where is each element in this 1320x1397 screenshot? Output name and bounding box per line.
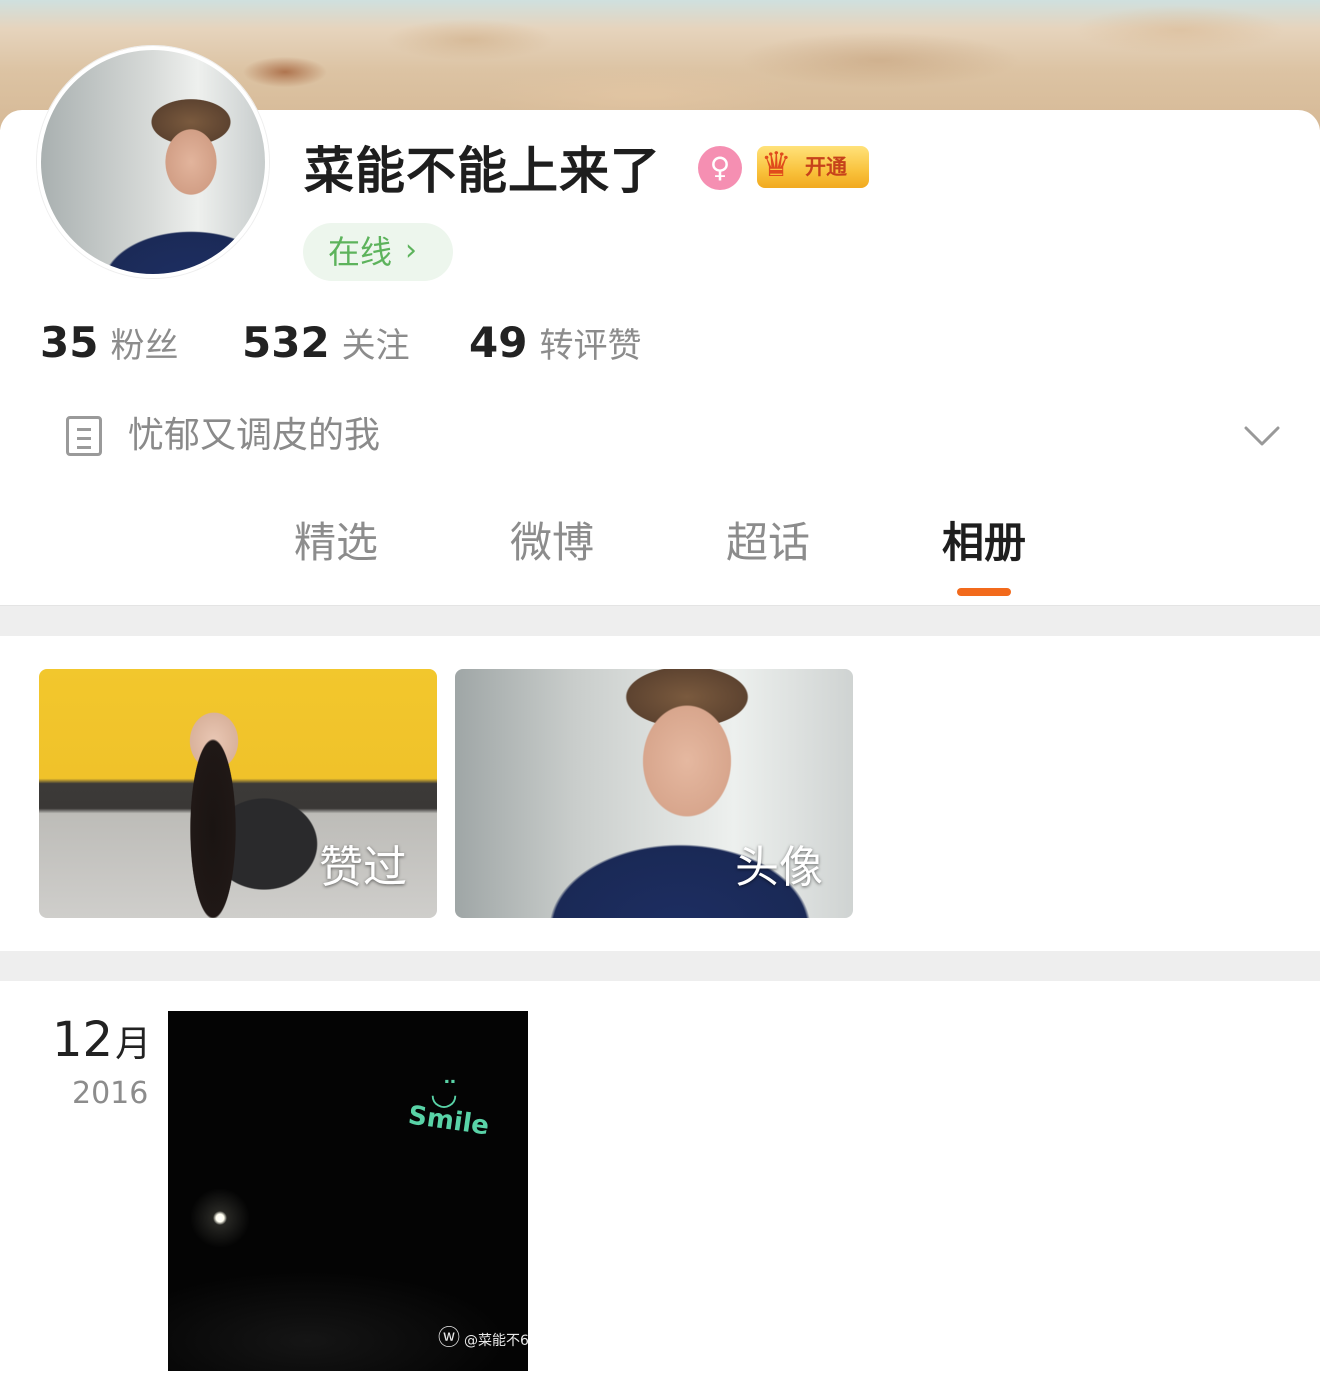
stat-following-label: 关注 — [341, 326, 410, 366]
female-icon: ♀ — [698, 146, 742, 190]
album-liked[interactable]: 赞过 — [39, 669, 437, 918]
document-icon — [66, 416, 102, 456]
timeline-month: 12月 — [52, 1012, 151, 1068]
chevron-down-icon[interactable] — [1244, 418, 1280, 454]
profile-tabs: 精选 微博 超话 相册 — [0, 505, 1320, 605]
timeline-photo[interactable]: ◡̈ Smile ⓦ @菜能不6 — [168, 1011, 528, 1371]
album-avatar-label: 头像 — [735, 842, 823, 893]
timeline-month-number: 12 — [52, 1012, 114, 1068]
stat-interactions[interactable]: 49 转评赞 — [469, 318, 641, 378]
profile-username: 菜能不能上来了 — [304, 142, 661, 200]
section-divider — [0, 605, 1320, 636]
photo-watermark: ⓦ @菜能不6 — [438, 1326, 528, 1351]
online-status-label: 在线 — [328, 233, 393, 271]
tab-featured[interactable]: 精选 — [276, 513, 396, 573]
profile-avatar[interactable] — [37, 46, 269, 278]
chevron-right-icon: › — [405, 233, 417, 268]
timeline-month-unit: 月 — [115, 1024, 152, 1065]
photo-watermark-suffix: 6 — [520, 1333, 528, 1349]
timeline-year: 2016 — [72, 1076, 149, 1111]
stat-fans[interactable]: 35 粉丝 — [40, 318, 178, 378]
profile-bio: 忧郁又调皮的我 — [128, 415, 381, 456]
tab-supertopic[interactable]: 超话 — [708, 513, 828, 573]
photo-smile-text: Smile — [406, 1100, 491, 1142]
vip-open-button[interactable]: ♛ 开通 — [757, 145, 869, 188]
stat-interactions-label: 转评赞 — [539, 326, 642, 366]
tab-active-indicator — [957, 588, 1011, 596]
album-liked-label: 赞过 — [319, 842, 407, 893]
stat-fans-label: 粉丝 — [110, 326, 179, 366]
crown-icon: ♛ — [761, 145, 792, 185]
album-avatar[interactable]: 头像 — [455, 669, 853, 918]
vip-open-label: 开通 — [805, 155, 847, 179]
stat-interactions-count: 49 — [469, 318, 528, 367]
section-divider — [0, 951, 1320, 981]
tab-weibo[interactable]: 微博 — [492, 513, 612, 573]
online-status-button[interactable]: 在线 › — [303, 223, 453, 281]
tab-album[interactable]: 相册 — [924, 513, 1044, 573]
stat-following[interactable]: 532 关注 — [242, 318, 410, 378]
photo-watermark-text: @菜能不 — [464, 1333, 521, 1349]
stat-fans-count: 35 — [40, 318, 99, 367]
weibo-logo-icon: ⓦ — [438, 1326, 461, 1351]
stat-following-count: 532 — [242, 318, 330, 367]
